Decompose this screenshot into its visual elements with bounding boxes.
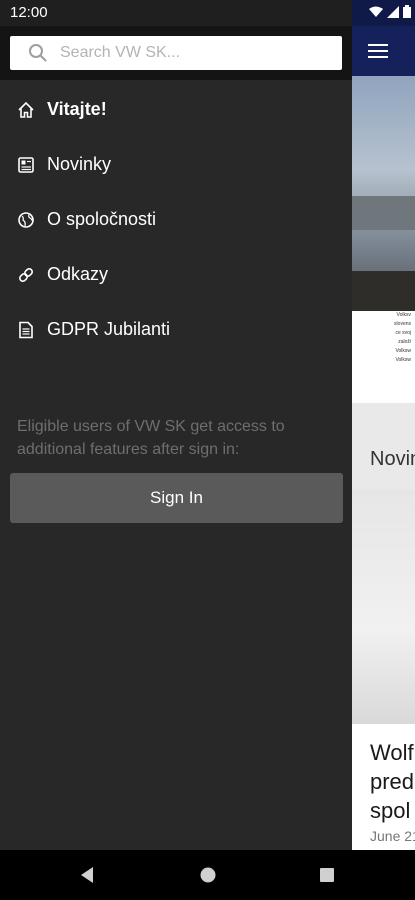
wifi-icon xyxy=(369,6,383,17)
hero-bridge-shape xyxy=(352,196,415,230)
news-card-date: June 21 xyxy=(370,828,415,844)
caption-line: Volksw xyxy=(395,357,411,363)
status-bar: 12:00 xyxy=(0,0,352,26)
menu-item-vitajte[interactable]: Vitajte! xyxy=(0,82,352,137)
hero-image[interactable] xyxy=(352,76,415,311)
caption-line: slovens xyxy=(394,321,411,327)
system-nav-bar xyxy=(0,850,415,900)
news-card-image[interactable] xyxy=(352,489,415,724)
caption-line: Volksv xyxy=(396,312,411,318)
caption-line: Volksw xyxy=(395,348,411,354)
status-bar-right xyxy=(352,0,415,26)
recents-icon[interactable] xyxy=(318,866,336,884)
back-icon[interactable] xyxy=(78,866,96,884)
menu-item-gdpr-jubilanti[interactable]: GDPR Jubilanti xyxy=(0,302,352,357)
search-bar xyxy=(0,26,352,80)
menu-item-odkazy[interactable]: Odkazy xyxy=(0,247,352,302)
search-input[interactable] xyxy=(58,43,342,63)
hero-caption: Volksv slovens ce svoj založi Volksw Vol… xyxy=(352,311,415,403)
navigation-drawer: 12:00 Vitajte! Novinky O s xyxy=(0,0,352,850)
sign-in-button[interactable]: Sign In xyxy=(10,473,343,523)
search-box[interactable] xyxy=(10,36,342,70)
menu-item-label: Odkazy xyxy=(47,264,109,284)
link-icon xyxy=(17,266,35,284)
search-icon xyxy=(29,44,47,62)
signal-icon xyxy=(387,5,399,18)
news-section-title: Novinky xyxy=(370,448,415,470)
news-section-header: Novinky xyxy=(352,403,415,489)
document-icon xyxy=(17,321,35,339)
menu-item-label: Vitajte! xyxy=(47,99,107,119)
signin-note: Eligible users of VW SK get access to ad… xyxy=(17,418,285,458)
hamburger-menu-icon[interactable] xyxy=(368,44,388,62)
home-button-icon[interactable] xyxy=(199,866,217,884)
menu-item-o-spolocnosti[interactable]: O spoločnosti xyxy=(0,192,352,247)
status-time: 12:00 xyxy=(10,4,48,21)
drawer-menu: Vitajte! Novinky O spoločnosti Odkazy GD… xyxy=(0,82,352,357)
globe-icon xyxy=(17,211,35,229)
hero-ground-shape xyxy=(352,271,415,311)
news-card-title[interactable]: Wolf pred spol xyxy=(370,738,414,825)
caption-line: založi xyxy=(398,339,411,345)
background-app-content: Volksv slovens ce svoj založi Volksw Vol… xyxy=(352,0,415,850)
menu-item-label: Novinky xyxy=(47,154,112,174)
battery-icon xyxy=(403,5,411,18)
newspaper-icon xyxy=(17,156,35,174)
menu-item-label: GDPR Jubilanti xyxy=(47,319,171,339)
caption-line: ce svoj xyxy=(395,330,411,336)
home-icon xyxy=(17,101,35,119)
menu-item-label: O spoločnosti xyxy=(47,209,157,229)
menu-item-novinky[interactable]: Novinky xyxy=(0,137,352,192)
